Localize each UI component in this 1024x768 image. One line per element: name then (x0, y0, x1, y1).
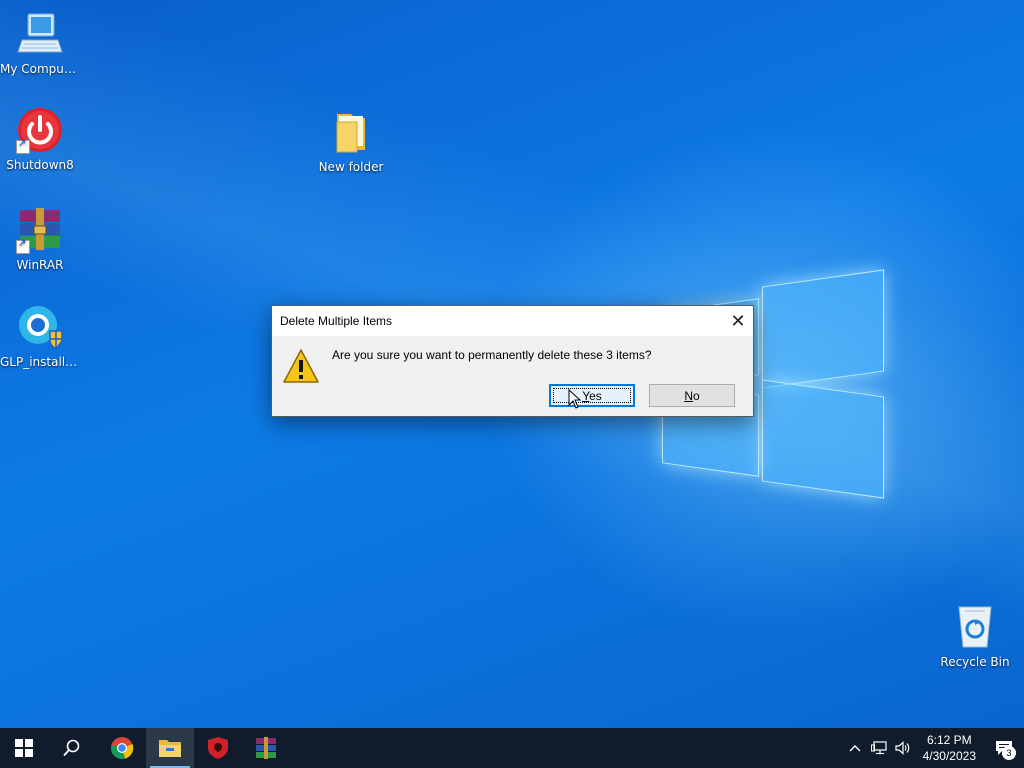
yes-button[interactable]: Yes (549, 384, 635, 407)
close-button[interactable]: ✕ (723, 306, 753, 336)
clock[interactable]: 6:12 PM 4/30/2023 (915, 732, 984, 764)
desktop-icon-label: Recycle Bin (940, 655, 1010, 669)
desktop-icon-new-folder[interactable]: New folder (311, 108, 391, 174)
show-hidden-icons-button[interactable] (843, 728, 867, 768)
clock-time: 6:12 PM (926, 733, 972, 747)
file-explorer-icon (159, 740, 181, 757)
search-button[interactable] (48, 728, 96, 768)
desktop-icon-recycle-bin[interactable]: Recycle Bin (935, 603, 1015, 669)
winrar-icon (16, 206, 64, 254)
dialog-title-bar[interactable]: Delete Multiple Items ✕ (272, 306, 753, 336)
clock-date: 4/30/2023 (922, 749, 976, 763)
computer-icon (16, 10, 64, 58)
system-tray: 6:12 PM 4/30/2023 3 (843, 728, 1024, 768)
desktop-icon-glp-installer[interactable]: GLP_installe... (0, 303, 80, 369)
shield-app-icon (208, 737, 228, 759)
volume-button[interactable] (891, 728, 915, 768)
chrome-icon (111, 737, 134, 759)
network-button[interactable] (867, 728, 891, 768)
shortcut-arrow-icon (16, 138, 30, 154)
dialog-title: Delete Multiple Items (280, 314, 393, 328)
installer-icon (16, 303, 64, 351)
desktop-icon-winrar[interactable]: WinRAR (0, 206, 80, 272)
folder-icon (327, 108, 375, 156)
delete-confirm-dialog: Delete Multiple Items ✕ Are you sure you… (271, 305, 754, 417)
warning-icon (282, 348, 320, 384)
no-button-label: No (684, 388, 700, 403)
desktop-icon-label: Shutdown8 (6, 158, 74, 172)
notification-count-badge: 3 (1002, 746, 1016, 760)
taskbar-shield-app[interactable] (194, 728, 242, 768)
search-icon (63, 739, 80, 757)
network-icon (870, 741, 887, 755)
focus-ring (553, 388, 631, 403)
taskbar: 6:12 PM 4/30/2023 3 (0, 728, 1024, 768)
dialog-message: Are you sure you want to permanently del… (332, 348, 652, 362)
desktop-icon-my-computer[interactable]: My Computer (0, 10, 80, 76)
desktop-icon-label: WinRAR (16, 258, 64, 272)
taskbar-chrome[interactable] (98, 728, 146, 768)
windows-start-icon (15, 739, 33, 757)
taskbar-file-explorer[interactable] (146, 728, 194, 768)
chevron-up-icon (849, 745, 861, 752)
mouse-cursor-icon (568, 389, 582, 409)
desktop-icon-label: My Computer (0, 62, 80, 76)
start-button[interactable] (0, 728, 48, 768)
winrar-icon (256, 737, 276, 759)
action-center-button[interactable]: 3 (984, 728, 1024, 768)
recycle-bin-icon (951, 603, 999, 651)
shortcut-arrow-icon (16, 238, 30, 254)
desktop-icon-label: New folder (318, 160, 384, 174)
close-icon: ✕ (730, 310, 746, 332)
speaker-icon (895, 741, 909, 755)
taskbar-winrar[interactable] (242, 728, 290, 768)
power-icon (16, 106, 64, 154)
dialog-body: Are you sure you want to permanently del… (272, 336, 753, 416)
desktop-icon-shutdown8[interactable]: Shutdown8 (0, 106, 80, 172)
no-button[interactable]: No (649, 384, 735, 407)
desktop-icon-label: GLP_installe... (0, 355, 80, 369)
